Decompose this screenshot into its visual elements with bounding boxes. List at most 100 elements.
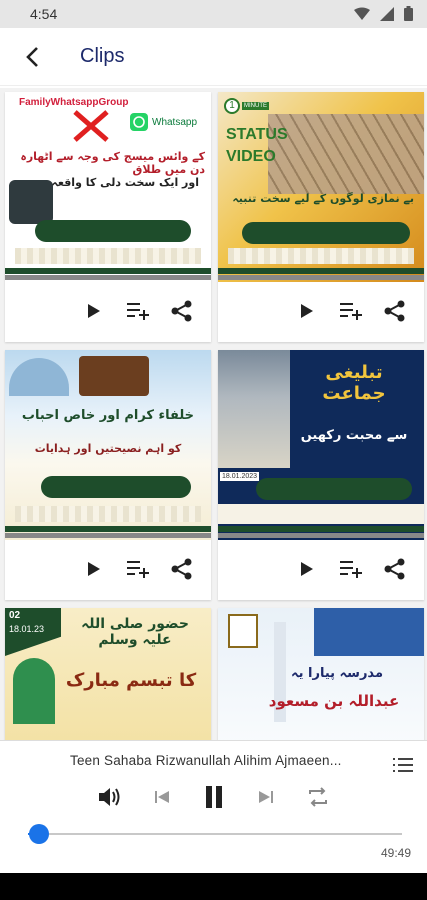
clips-grid[interactable]: FamilyWhatsappGroup Whatsapp کے وائس میس… <box>0 88 427 740</box>
video-label: VIDEO <box>226 148 276 165</box>
clip-card[interactable]: مدرسہ پیارا یہ عبداللہ بن مسعود <box>218 608 424 740</box>
repeat-button[interactable] <box>300 779 336 815</box>
clip-card[interactable]: 02 18.01.23 حضور صلی اللہ علیہ وسلم کا ت… <box>5 608 211 740</box>
play-icon <box>301 562 313 576</box>
share-button[interactable] <box>167 296 197 326</box>
cracked-earth-graphic <box>268 114 424 194</box>
play-icon <box>88 304 100 318</box>
clip-thumbnail[interactable]: 02 18.01.23 حضور صلی اللہ علیہ وسلم کا ت… <box>5 608 211 740</box>
decorative-band <box>218 504 424 524</box>
add-to-playlist-button[interactable] <box>123 554 153 584</box>
clip-card[interactable]: 1 MINUTE STATUS VIDEO بے نمازی لوگوں کے … <box>218 92 424 342</box>
add-to-playlist-button[interactable] <box>336 296 366 326</box>
play-button[interactable] <box>79 296 109 326</box>
decorative-band <box>228 248 414 264</box>
thumb-headline: کے وائس میسج کی وجہ سے اٹھارہ دن میں طلا… <box>20 150 205 176</box>
cross-icon <box>73 110 109 142</box>
skip-next-icon <box>259 791 273 803</box>
play-button[interactable] <box>292 296 322 326</box>
clip-thumbnail[interactable]: تبلیغی جماعت سے محبت رکھیں 18.01.2023 <box>218 350 424 540</box>
clip-actions <box>5 550 211 586</box>
thumb-headline: مدرسہ پیارا یہ <box>290 666 383 681</box>
clip-thumbnail[interactable]: مدرسہ پیارا یہ عبداللہ بن مسعود <box>218 608 424 740</box>
playlist-add-icon <box>340 303 362 320</box>
clip-card[interactable]: FamilyWhatsappGroup Whatsapp کے وائس میس… <box>5 92 211 342</box>
add-to-playlist-button[interactable] <box>336 554 366 584</box>
seek-track <box>28 833 402 835</box>
thumb-subline: سے محبت رکھیں <box>300 428 408 443</box>
thumb-date: 18.01.2023 <box>220 472 260 481</box>
thumb-label: FamilyWhatsappGroup <box>19 97 129 108</box>
phone-graphic <box>9 180 53 224</box>
decorative-band <box>15 506 201 522</box>
clip-actions <box>218 550 424 586</box>
share-icon <box>171 558 192 580</box>
previous-button[interactable] <box>144 779 180 815</box>
thumb-date: 18.01.23 <box>9 624 45 634</box>
tag-number: 02 <box>9 610 21 621</box>
title-banner <box>35 220 191 242</box>
clip-actions <box>218 292 424 328</box>
play-button[interactable] <box>79 554 109 584</box>
footer-strip <box>218 526 424 532</box>
queue-button[interactable] <box>393 757 413 778</box>
system-nav-bar <box>0 873 427 900</box>
heading-plaque <box>79 356 149 396</box>
now-playing-title[interactable]: Teen Sahaba Rizwanullah Alihim Ajmaeen..… <box>70 753 342 768</box>
thumb-subline: اور ایک سخت دلی کا واقعہ <box>51 176 199 189</box>
clip-thumbnail[interactable]: FamilyWhatsappGroup Whatsapp کے وائس میس… <box>5 92 211 282</box>
back-arrow-icon <box>26 47 38 67</box>
pause-button[interactable] <box>196 779 232 815</box>
clip-thumbnail[interactable]: 1 MINUTE STATUS VIDEO بے نمازی لوگوں کے … <box>218 92 424 282</box>
header-band <box>314 608 424 656</box>
whatsapp-label: Whatsapp <box>152 116 198 128</box>
play-button[interactable] <box>292 554 322 584</box>
logo-seal <box>228 614 258 648</box>
clip-thumbnail[interactable]: خلفاء کرام اور خاص احباب کو اہم نصیحتیں … <box>5 350 211 540</box>
title-banner <box>256 478 412 500</box>
playlist-add-icon <box>127 561 149 578</box>
playlist-add-icon <box>127 303 149 320</box>
minute-unit: MINUTE <box>242 102 269 110</box>
status-label: STATUS <box>226 126 288 143</box>
status-icons <box>354 6 413 21</box>
track-duration: 49:49 <box>380 846 411 860</box>
thumb-headline: خلفاء کرام اور خاص احباب <box>21 408 195 423</box>
thumb-subline: عبداللہ بن مسعود <box>268 692 400 710</box>
next-button[interactable] <box>248 779 284 815</box>
skip-previous-icon <box>155 791 169 803</box>
minute-badge: 1 MINUTE <box>224 98 269 114</box>
share-icon <box>384 558 405 580</box>
footer-strip <box>218 268 424 274</box>
play-icon <box>88 562 100 576</box>
volume-button[interactable] <box>92 779 128 815</box>
title-banner <box>41 476 191 498</box>
back-button[interactable] <box>18 42 48 72</box>
signal-icon <box>380 6 394 21</box>
status-bar: 4:54 <box>0 0 427 28</box>
share-icon <box>384 300 405 322</box>
clip-card[interactable]: خلفاء کرام اور خاص احباب کو اہم نصیحتیں … <box>5 350 211 600</box>
title-banner <box>242 222 410 244</box>
clip-card[interactable]: تبلیغی جماعت سے محبت رکھیں 18.01.2023 <box>218 350 424 600</box>
footer-strip <box>5 533 211 538</box>
add-to-playlist-button[interactable] <box>123 296 153 326</box>
status-time: 4:54 <box>30 6 58 22</box>
wifi-icon <box>354 7 370 20</box>
thumb-headline: بے نمازی لوگوں کے لیے سخت تنبیہ <box>232 192 414 205</box>
thumb-headline: تبلیغی جماعت <box>322 362 386 404</box>
share-button[interactable] <box>380 554 410 584</box>
footer-strip <box>218 533 424 538</box>
seek-thumb[interactable] <box>29 824 50 844</box>
dome-graphic <box>13 658 55 724</box>
kaaba-photo <box>218 350 290 468</box>
footer-strip <box>5 526 211 532</box>
queue-icon <box>393 758 413 772</box>
share-button[interactable] <box>167 554 197 584</box>
share-icon <box>171 300 192 322</box>
whatsapp-icon <box>130 113 148 131</box>
seek-bar[interactable] <box>18 824 402 844</box>
battery-icon <box>404 6 413 21</box>
thumb-subline: کا تبسم مبارک <box>65 670 197 691</box>
share-button[interactable] <box>380 296 410 326</box>
